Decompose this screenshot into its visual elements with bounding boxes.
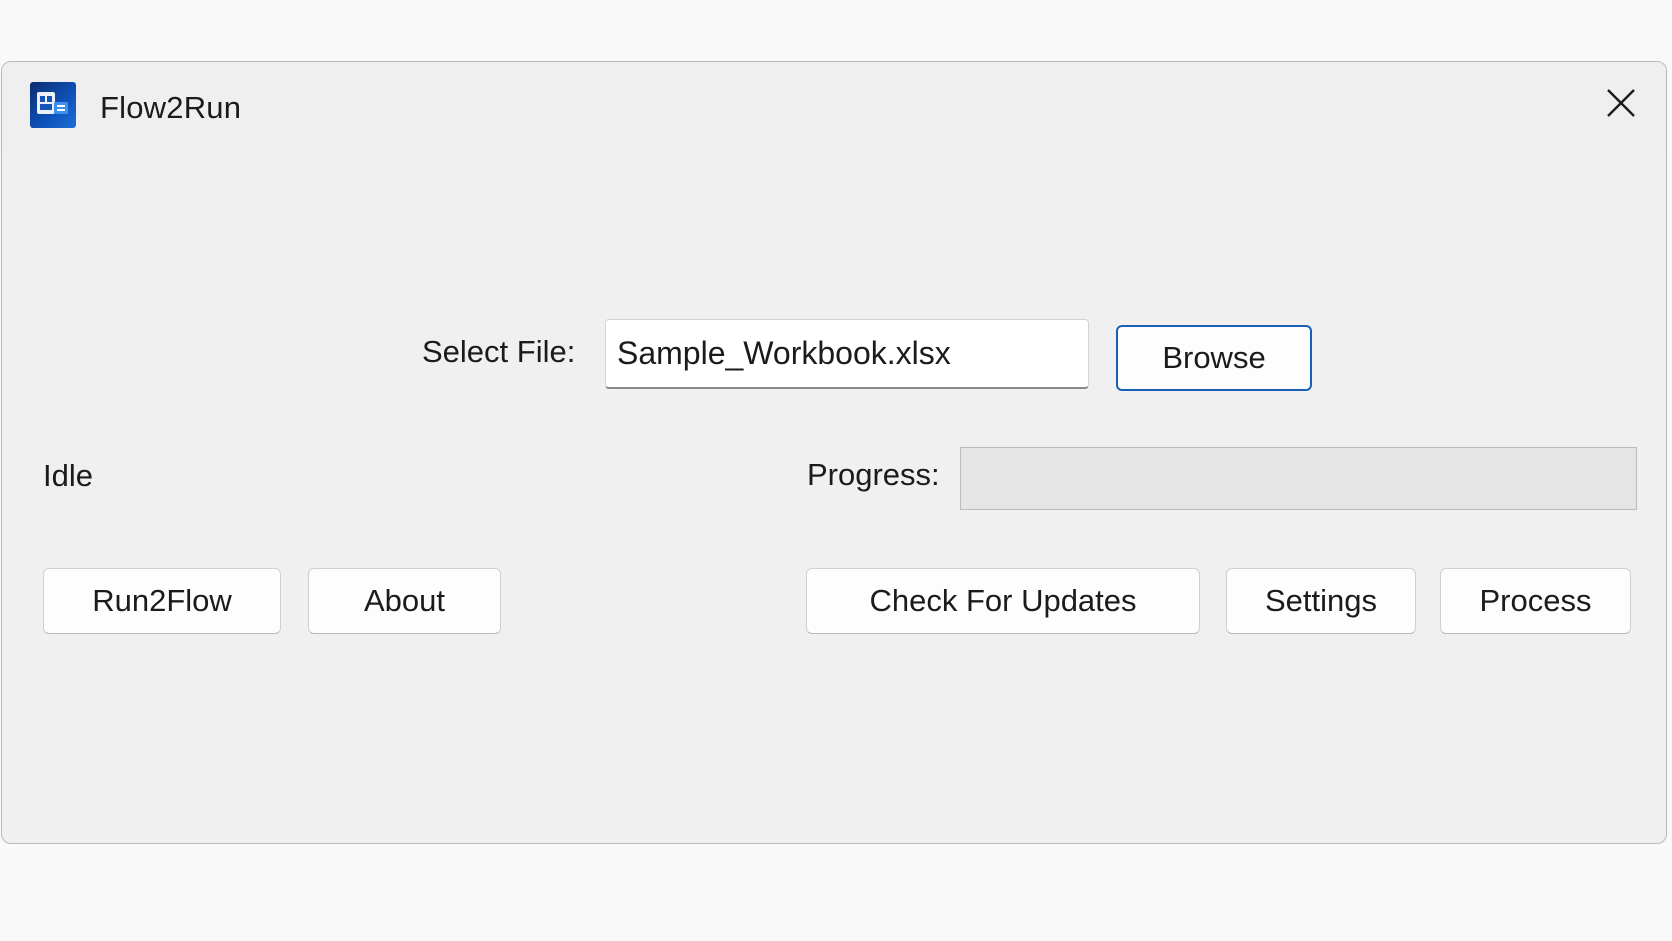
window-title: Flow2Run — [100, 90, 242, 125]
process-button[interactable]: Process — [1440, 568, 1631, 634]
app-logo-icon — [30, 82, 76, 128]
title-bar[interactable]: Flow2Run — [2, 62, 1666, 152]
select-file-label: Select File: — [422, 334, 576, 369]
browse-button[interactable]: Browse — [1116, 325, 1312, 391]
file-path-input[interactable] — [605, 319, 1089, 389]
status-text: Idle — [43, 458, 93, 493]
check-for-updates-button[interactable]: Check For Updates — [806, 568, 1200, 634]
close-button[interactable] — [1592, 77, 1650, 129]
about-button[interactable]: About — [308, 568, 501, 634]
progress-label: Progress: — [807, 457, 940, 492]
close-icon — [1607, 89, 1635, 117]
progress-bar — [960, 447, 1637, 510]
run2flow-button[interactable]: Run2Flow — [43, 568, 281, 634]
settings-button[interactable]: Settings — [1226, 568, 1416, 634]
main-window: Flow2Run Select File: Browse Idle Progre… — [1, 61, 1667, 844]
